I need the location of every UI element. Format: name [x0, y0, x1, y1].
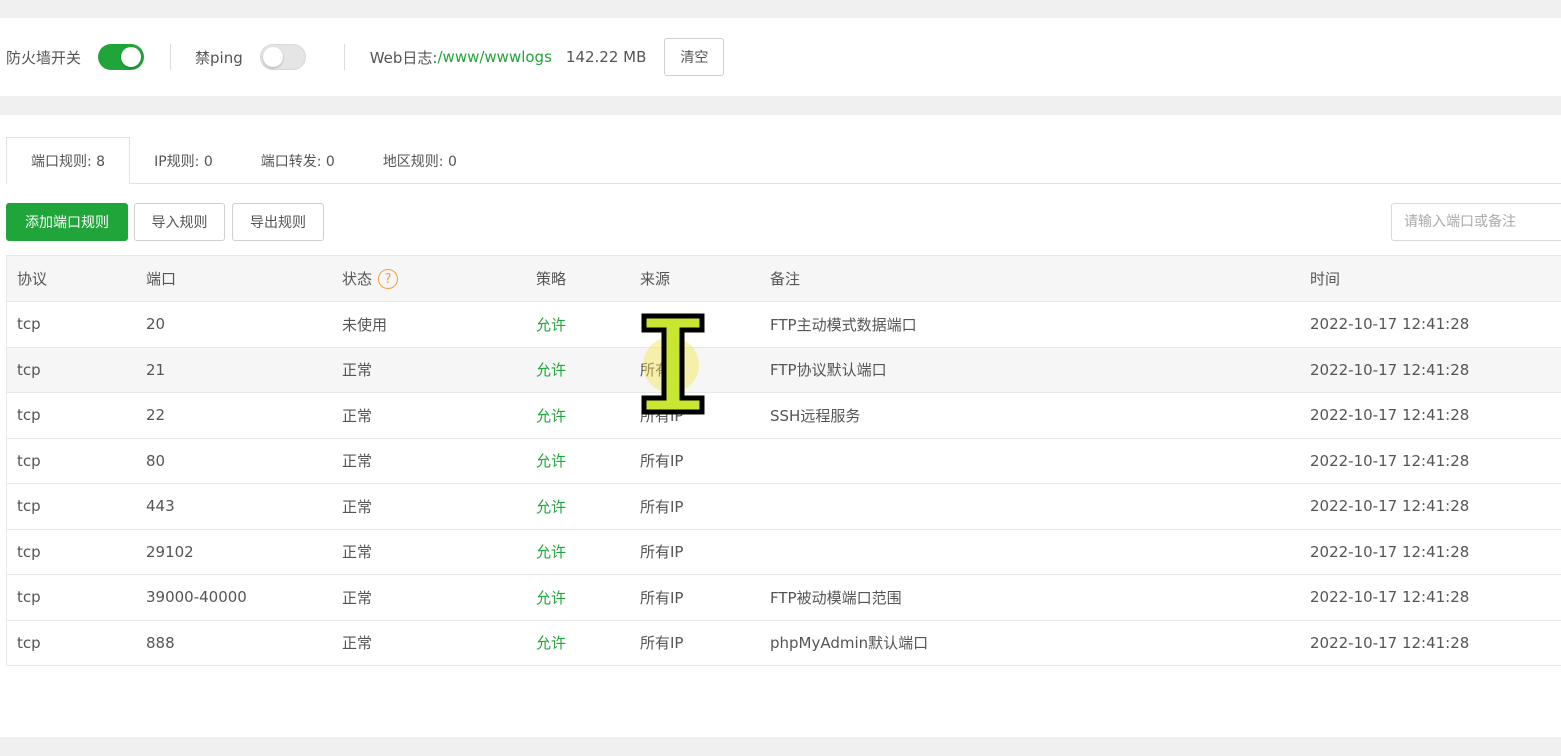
cell-time: 2022-10-17 12:41:28	[1299, 574, 1561, 621]
firewall-switch-label: 防火墙开关	[6, 48, 82, 67]
cell-protocol: tcp	[6, 347, 135, 393]
cell-protocol: tcp	[6, 574, 135, 621]
table-row[interactable]: tcp 443 正常 允许 所有IP 2022-10-17 12:41:28	[6, 483, 1561, 530]
cell-status: 正常	[331, 347, 525, 393]
cell-source: 所有IP	[629, 620, 759, 666]
cell-status: 正常	[331, 620, 525, 666]
col-remark[interactable]: 备注	[759, 255, 1299, 302]
toggle-knob	[121, 47, 142, 67]
add-port-rule-button[interactable]: 添加端口规则	[6, 203, 128, 241]
noping-label: 禁ping	[195, 48, 243, 67]
cell-port: 443	[135, 483, 331, 530]
divider	[343, 44, 345, 70]
cell-port: 22	[135, 392, 331, 439]
cell-policy: 允许	[525, 301, 629, 348]
cell-remark: SSH远程服务	[759, 392, 1299, 439]
table-row[interactable]: tcp 20 未使用 允许 FTP主动模式数据端口 2022-10-17 12:41:28	[6, 301, 1561, 348]
weblog-label: Web日志:	[369, 48, 438, 67]
table-row[interactable]: tcp 29102 正常 允许 所有IP 2022-10-17 12:41:28	[6, 529, 1561, 575]
cell-port: 21	[135, 347, 331, 393]
help-icon[interactable]: ?	[378, 269, 399, 290]
cell-time: 2022-10-17 12:41:28	[1299, 392, 1561, 439]
cell-remark: FTP协议默认端口	[759, 347, 1299, 393]
rules-panel: 端口规则: 8 IP规则: 0 端口转发: 0 地区规则: 0 添加端口规则 导…	[0, 115, 1561, 737]
cell-status: 正常	[331, 438, 525, 484]
table-row[interactable]: tcp 888 正常 允许 所有IP phpMyAdmin默认端口 2022-10-17 1…	[6, 620, 1561, 666]
table-row[interactable]: tcp 80 正常 允许 所有IP 2022-10-17 12:41:28	[6, 438, 1561, 484]
weblog-path-link[interactable]: /www/wwwlogs	[438, 48, 552, 66]
tab-ip-rules[interactable]: IP规则: 0	[130, 137, 237, 184]
cell-protocol: tcp	[6, 301, 135, 348]
divider	[170, 44, 172, 70]
cell-time: 2022-10-17 12:41:28	[1299, 438, 1561, 484]
cell-remark	[759, 529, 1299, 575]
cell-port: 39000-40000	[135, 574, 331, 621]
cell-protocol: tcp	[6, 529, 135, 575]
cell-protocol: tcp	[6, 620, 135, 666]
cell-source	[629, 301, 759, 348]
table-row[interactable]: tcp 39000-40000 正常 允许 所有IP FTP被动模端口范围 2022-10-…	[6, 574, 1561, 621]
rule-tabs: 端口规则: 8 IP规则: 0 端口转发: 0 地区规则: 0	[6, 137, 1561, 185]
cell-status: 正常	[331, 574, 525, 621]
cell-remark: FTP被动模端口范围	[759, 574, 1299, 621]
toggle-knob	[262, 47, 283, 67]
table-row[interactable]: tcp 21 正常 允许 所有IP FTP协议默认端口 2022-10-17 12:41:2…	[6, 347, 1561, 393]
cell-policy: 允许	[525, 620, 629, 666]
col-port[interactable]: 端口	[135, 255, 331, 302]
col-status-label: 状态	[342, 269, 373, 288]
import-rules-button[interactable]: 导入规则	[134, 203, 225, 241]
search-input[interactable]	[1391, 203, 1561, 241]
table-header-row: 协议 端口 状态? 策略 来源 备注 时间	[6, 255, 1561, 302]
cell-remark	[759, 438, 1299, 484]
cell-remark: FTP主动模式数据端口	[759, 301, 1299, 348]
cell-source: 所有IP	[629, 438, 759, 484]
cell-status: 正常	[331, 483, 525, 530]
cell-protocol: tcp	[6, 438, 135, 484]
cell-time: 2022-10-17 12:41:28	[1299, 529, 1561, 575]
cell-policy: 允许	[525, 347, 629, 393]
cell-protocol: tcp	[6, 483, 135, 530]
tab-port-forward[interactable]: 端口转发: 0	[237, 137, 359, 184]
clear-log-button[interactable]: 清空	[664, 38, 725, 76]
cell-source: 所有IP	[629, 574, 759, 621]
cell-remark	[759, 483, 1299, 530]
weblog-size: 142.22 MB	[565, 48, 647, 66]
table-left-border	[6, 255, 7, 665]
cell-time: 2022-10-17 12:41:28	[1299, 301, 1561, 348]
cell-status: 未使用	[331, 301, 525, 348]
cell-source: 所有IP	[629, 483, 759, 530]
export-rules-button[interactable]: 导出规则	[232, 203, 324, 241]
cell-time: 2022-10-17 12:41:28	[1299, 347, 1561, 393]
cell-policy: 允许	[525, 483, 629, 530]
cell-port: 29102	[135, 529, 331, 575]
cell-port: 80	[135, 438, 331, 484]
col-source[interactable]: 来源	[629, 255, 759, 302]
cell-time: 2022-10-17 12:41:28	[1299, 620, 1561, 666]
noping-toggle[interactable]	[259, 44, 306, 70]
table-row[interactable]: tcp 22 正常 允许 所有IP SSH远程服务 2022-10-17 12:41:28	[6, 392, 1561, 439]
cell-time: 2022-10-17 12:41:28	[1299, 483, 1561, 530]
cell-remark: phpMyAdmin默认端口	[759, 620, 1299, 666]
cell-policy: 允许	[525, 438, 629, 484]
col-status[interactable]: 状态?	[331, 255, 525, 302]
cell-policy: 允许	[525, 574, 629, 621]
cell-source: 所有IP	[629, 392, 759, 439]
cursor-highlight	[643, 337, 699, 393]
cell-port: 20	[135, 301, 331, 348]
firewall-toggle[interactable]	[98, 44, 145, 70]
col-protocol[interactable]: 协议	[6, 255, 135, 302]
port-rules-table: 协议 端口 状态? 策略 来源 备注 时间 tcp 20 未使用 允许 FTP主动模式数…	[6, 255, 1561, 666]
cell-protocol: tcp	[6, 392, 135, 439]
cell-status: 正常	[331, 392, 525, 439]
cell-policy: 允许	[525, 529, 629, 575]
tab-region-rules[interactable]: 地区规则: 0	[359, 137, 481, 184]
cell-policy: 允许	[525, 392, 629, 439]
col-policy[interactable]: 策略	[525, 255, 629, 302]
cell-status: 正常	[331, 529, 525, 575]
cell-port: 888	[135, 620, 331, 666]
col-time[interactable]: 时间	[1299, 255, 1561, 302]
cell-source: 所有IP	[629, 529, 759, 575]
tab-port-rules[interactable]: 端口规则: 8	[6, 137, 131, 185]
firewall-settings-bar: 防火墙开关 禁ping Web日志: /www/wwwlogs 142.22 M…	[0, 18, 1561, 96]
